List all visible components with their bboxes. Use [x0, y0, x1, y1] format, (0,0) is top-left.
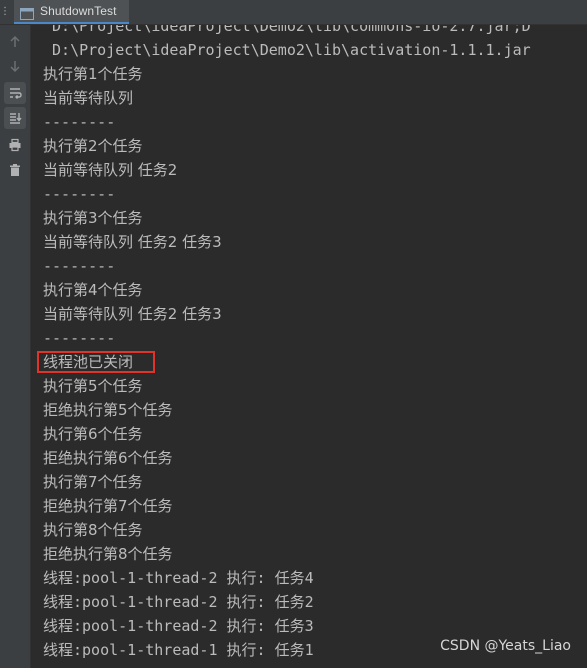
arrow-down-icon[interactable]	[4, 55, 26, 77]
console-line: 执行第1个任务	[43, 65, 143, 83]
console-line-threadpool-closed: 线程池已关闭	[43, 353, 134, 371]
scroll-to-end-icon[interactable]	[4, 107, 26, 129]
console-line: 当前等待队列 任务2	[43, 161, 178, 179]
console-toolbar	[0, 25, 31, 668]
arrow-up-icon[interactable]	[4, 31, 26, 53]
run-tab-bar: ⋮ ShutdownTest	[0, 0, 587, 25]
console-line: 拒绝执行第6个任务	[43, 449, 173, 467]
console-line: 执行第4个任务	[43, 281, 143, 299]
console-line: 线程:pool-1-thread-2 执行: 任务3	[43, 617, 314, 635]
console-line: 执行第3个任务	[43, 209, 143, 227]
tab-label: ShutdownTest	[40, 4, 117, 18]
console-line: 当前等待队列 任务2 任务3	[43, 305, 222, 323]
print-icon[interactable]	[4, 134, 26, 156]
console-line: --------	[43, 185, 116, 203]
console-line: D:\Project\ideaProject\Demo2\lib\activat…	[43, 41, 531, 59]
console-line: 拒绝执行第5个任务	[43, 401, 173, 419]
console-line: 线程:pool-1-thread-1 执行: 任务1	[43, 641, 314, 659]
console-line: 线程:pool-1-thread-2 执行: 任务4	[43, 569, 314, 587]
console-line: --------	[43, 113, 116, 131]
console-line: 线程:pool-1-thread-2 执行: 任务2	[43, 593, 314, 611]
tab-shutdowntest[interactable]: ShutdownTest	[14, 0, 129, 24]
console-line: --------	[43, 329, 116, 347]
console-line: 执行第7个任务	[43, 473, 143, 491]
console-line: 执行第6个任务	[43, 425, 143, 443]
console-line: 拒绝执行第8个任务	[43, 545, 173, 563]
console-line: 当前等待队列 任务2 任务3	[43, 233, 222, 251]
soft-wrap-icon[interactable]	[4, 82, 26, 104]
console-line: --------	[43, 257, 116, 275]
run-config-icon	[20, 5, 34, 20]
watermark: CSDN @Yeats_Liao	[440, 638, 571, 654]
console-line: 执行第8个任务	[43, 521, 143, 539]
console-line: 拒绝执行第7个任务	[43, 497, 173, 515]
tab-overflow-marker: ⋮	[0, 6, 10, 17]
trash-icon[interactable]	[4, 159, 26, 181]
console-line: D:\Project\ideaProject\Demo2\lib\commons…	[43, 25, 531, 35]
console-line: 执行第5个任务	[43, 377, 143, 395]
console-line: 当前等待队列	[43, 89, 134, 107]
console-output[interactable]: D:\Project\ideaProject\Demo2\lib\commons…	[31, 25, 587, 668]
console-line: 执行第2个任务	[43, 137, 143, 155]
